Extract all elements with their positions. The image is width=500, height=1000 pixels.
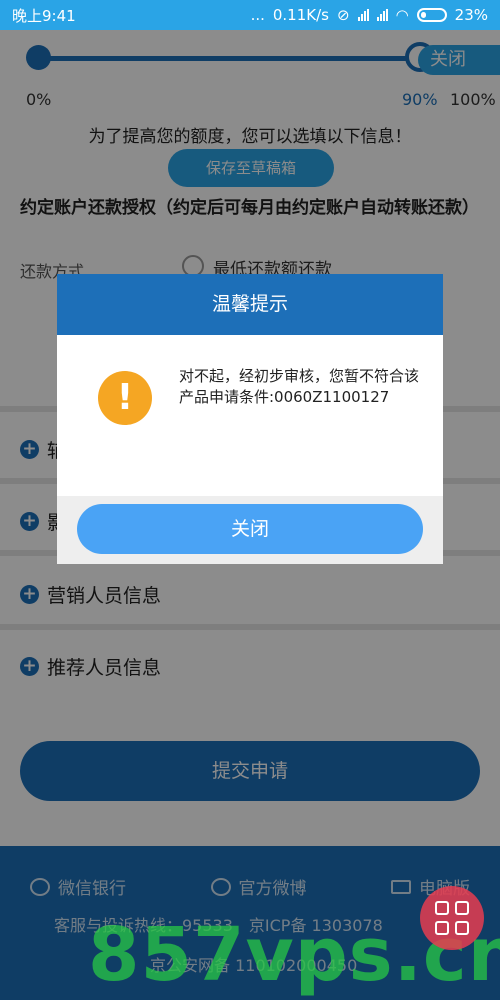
grid-icon <box>435 921 449 935</box>
status-time: 晚上9:41 <box>12 6 76 25</box>
grid-icon <box>455 921 469 935</box>
alert-dialog: 温馨提示 ! 对不起，经初步审核，您暂不符合该产品申请条件:0060Z11001… <box>57 274 443 564</box>
wifi-icon: ◠ <box>395 6 409 24</box>
more-dots: ... <box>250 6 265 24</box>
dialog-close-button[interactable]: 关闭 <box>77 504 423 554</box>
battery-icon <box>416 8 447 22</box>
signal-icon-2 <box>376 9 388 21</box>
network-speed: 0.11K/s <box>272 6 329 24</box>
sync-off-icon: ⊘ <box>336 6 350 24</box>
status-bar: 晚上9:41 ... 0.11K/s ⊘ ◠ 23% <box>0 0 500 30</box>
battery-level: 23% <box>454 6 488 24</box>
signal-icon <box>357 9 369 21</box>
grid-icon <box>455 901 469 915</box>
status-icons: ... 0.11K/s ⊘ ◠ 23% <box>251 6 488 24</box>
floating-menu-button[interactable] <box>420 886 484 950</box>
dialog-footer: 关闭 <box>57 496 443 564</box>
dialog-message: 对不起，经初步审核，您暂不符合该产品申请条件:0060Z1100127 <box>179 367 420 406</box>
grid-icon <box>435 901 449 915</box>
dialog-title: 温馨提示 <box>57 274 443 335</box>
warning-icon: ! <box>98 371 152 425</box>
